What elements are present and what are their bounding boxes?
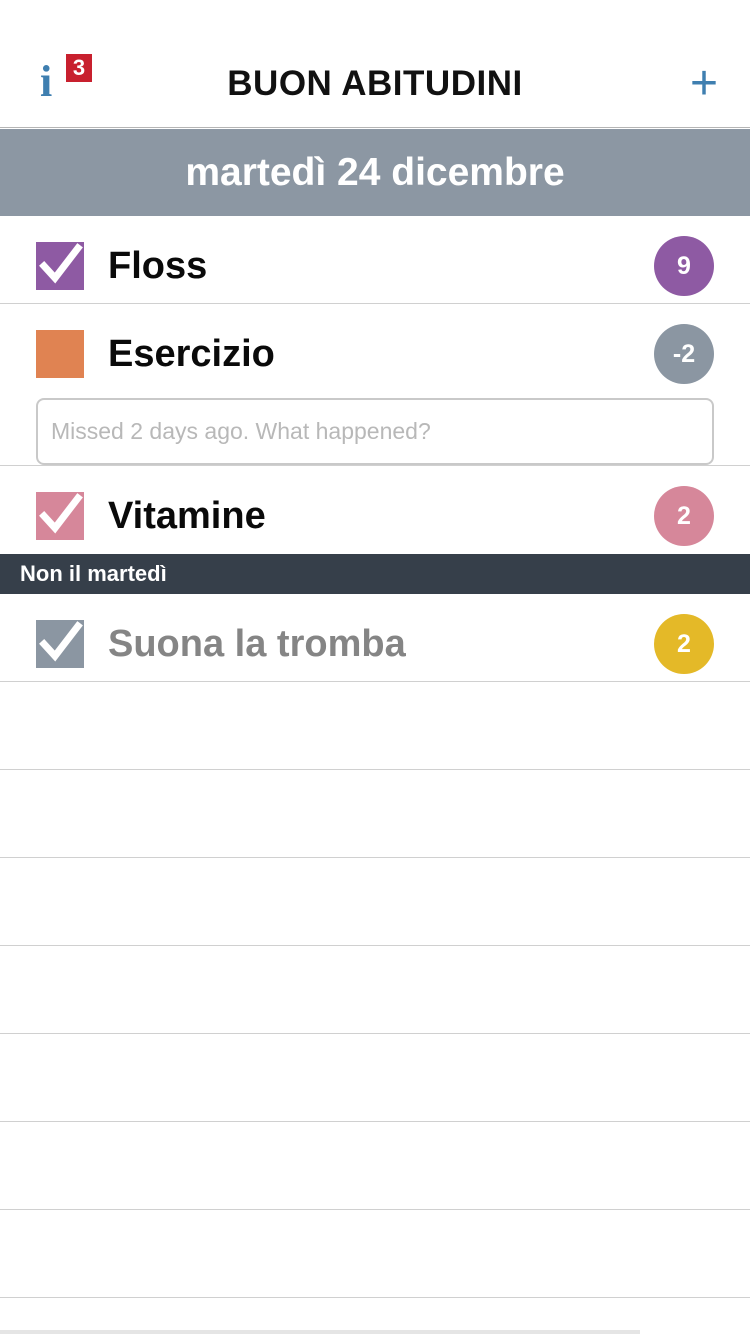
habit-screen: i 3 BUON ABITUDINI + martedì 24 dicembre… (0, 0, 750, 1334)
page-title: BUON ABITUDINI (227, 64, 523, 103)
habit-name: Floss (108, 245, 208, 287)
empty-row (0, 946, 750, 1034)
habit-checkbox-checked[interactable] (36, 620, 84, 668)
empty-row (0, 770, 750, 858)
habit-checkbox-unchecked[interactable] (36, 330, 84, 378)
empty-row (0, 1034, 750, 1122)
habit-checkbox-checked[interactable] (36, 492, 84, 540)
streak-count: -2 (654, 324, 714, 384)
missed-note-input[interactable] (36, 398, 714, 465)
date-banner[interactable]: martedì 24 dicembre (0, 129, 750, 216)
empty-row (0, 858, 750, 946)
streak-count: 2 (654, 486, 714, 546)
scroll-indicator (0, 1330, 640, 1334)
streak-count: 2 (654, 614, 714, 674)
habit-row-floss[interactable]: Floss 9 (0, 216, 750, 304)
empty-row (0, 1122, 750, 1210)
habit-name: Esercizio (108, 333, 275, 375)
section-header: Non il martedì (0, 554, 750, 594)
empty-row (0, 682, 750, 770)
habit-checkbox-checked[interactable] (36, 242, 84, 290)
empty-row (0, 1210, 750, 1298)
habit-row-vitamine[interactable]: Vitamine 2 (0, 466, 750, 554)
add-habit-button[interactable]: + (684, 60, 724, 108)
habit-name: Vitamine (108, 495, 266, 537)
habit-name: Suona la tromba (108, 623, 406, 665)
navigation-bar: i 3 BUON ABITUDINI + (0, 0, 750, 128)
streak-count: 9 (654, 236, 714, 296)
habit-row-suona-la-tromba[interactable]: Suona la tromba 2 (0, 594, 750, 682)
